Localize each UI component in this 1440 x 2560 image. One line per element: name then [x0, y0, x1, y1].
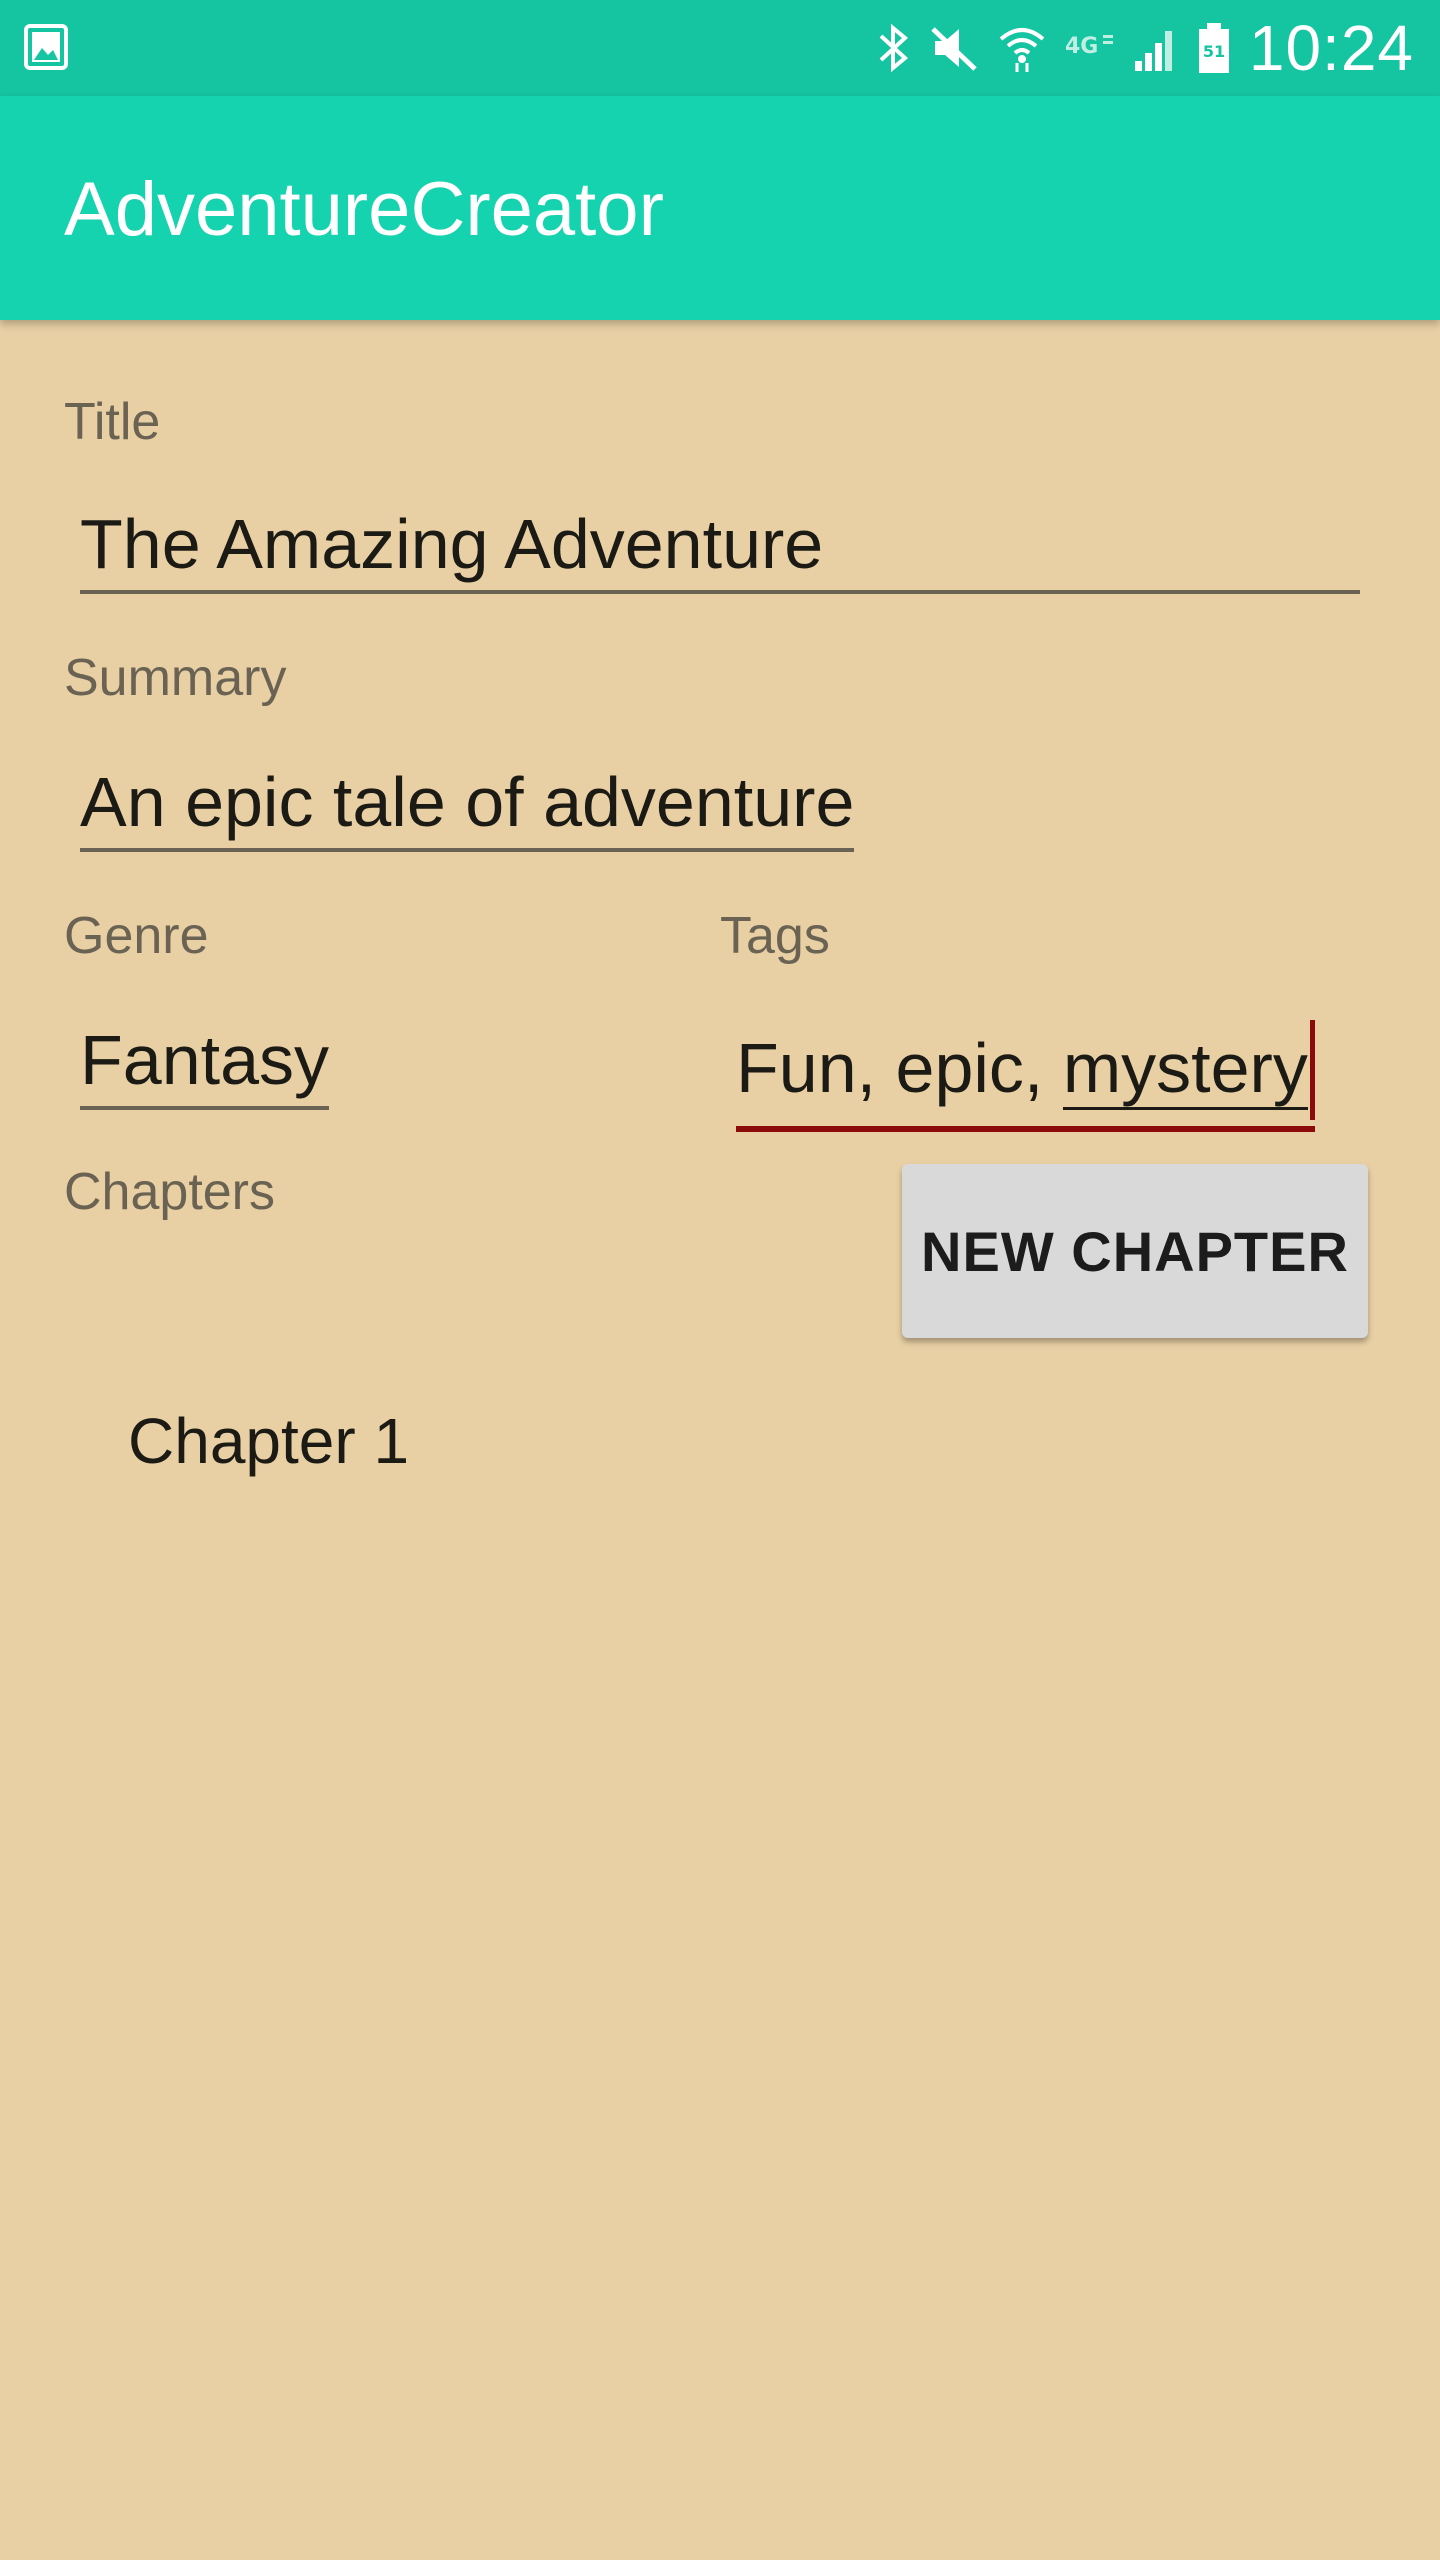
app-bar: AdventureCreator — [0, 96, 1440, 320]
tags-text: Fun, epic, — [736, 1029, 1063, 1107]
bluetooth-icon — [879, 23, 908, 73]
text-cursor — [1309, 1020, 1315, 1120]
genre-input[interactable]: Fantasy — [80, 1020, 329, 1110]
summary-input[interactable]: An epic tale of adventure — [80, 762, 855, 852]
wifi-icon — [999, 28, 1045, 72]
4g-lte-icon: 4G — [1065, 34, 1113, 59]
status-icons: 4G 51 10:24 — [859, 0, 1414, 96]
tags-input[interactable]: Fun, epic, mystery — [736, 1020, 1315, 1132]
signal-icon — [1134, 31, 1172, 71]
chapters-label: Chapters — [64, 1163, 275, 1221]
title-input[interactable]: The Amazing Adventure — [80, 504, 1360, 594]
summary-label: Summary — [64, 649, 287, 707]
mute-icon — [931, 27, 977, 71]
chapter-list-item[interactable]: Chapter 1 — [128, 1404, 409, 1478]
gallery-icon — [24, 24, 68, 70]
battery-level: 51 — [1203, 42, 1225, 61]
tags-composing-word: mystery — [1062, 1029, 1308, 1110]
title-label: Title — [64, 393, 161, 451]
svg-text:4G: 4G — [1065, 34, 1098, 59]
status-bar: 4G 51 10:24 — [0, 0, 1440, 96]
battery-icon: 51 — [1198, 23, 1229, 73]
app-title: AdventureCreator — [64, 167, 664, 252]
new-chapter-button[interactable]: NEW CHAPTER — [902, 1164, 1368, 1338]
status-time: 10:24 — [1248, 12, 1414, 84]
tags-label: Tags — [720, 907, 830, 965]
genre-label: Genre — [64, 907, 209, 965]
